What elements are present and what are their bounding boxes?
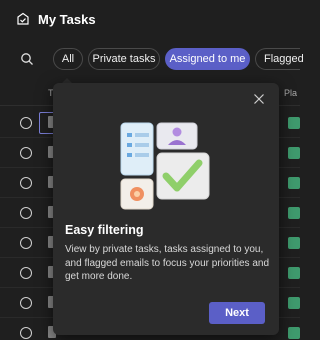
complete-radio[interactable] <box>20 297 32 309</box>
popover-heading: Easy filtering <box>65 223 144 237</box>
plan-icon <box>288 177 300 189</box>
filter-flagged-button[interactable]: Flagged <box>255 48 304 70</box>
filter-private-tasks-button[interactable]: Private tasks <box>88 48 160 70</box>
complete-radio[interactable] <box>20 237 32 249</box>
plan-icon <box>288 237 300 249</box>
teaching-popover: Easy filtering View by private tasks, ta… <box>53 83 279 335</box>
page-title: My Tasks <box>38 11 96 27</box>
popover-body: View by private tasks, tasks assigned to… <box>65 244 270 282</box>
complete-radio[interactable] <box>20 147 32 159</box>
filter-assigned-to-me-button[interactable]: Assigned to me <box>165 48 250 70</box>
filter-all-button[interactable]: All <box>53 48 83 70</box>
plan-icon <box>288 117 300 129</box>
plan-icon <box>288 147 300 159</box>
filter-bar: All Private tasks Assigned to me Flagged <box>0 44 304 74</box>
filtering-illustration <box>120 122 210 210</box>
search-icon[interactable] <box>20 52 34 66</box>
plan-icon <box>288 267 300 279</box>
plan-icon <box>288 207 300 219</box>
app-header: My Tasks <box>0 0 300 38</box>
plan-icon <box>288 297 300 309</box>
tasks-icon <box>17 12 29 25</box>
complete-radio[interactable] <box>20 207 32 219</box>
next-button[interactable]: Next <box>209 302 265 324</box>
close-icon[interactable] <box>253 93 265 105</box>
complete-radio[interactable] <box>20 267 32 279</box>
complete-radio[interactable] <box>20 117 32 129</box>
complete-radio[interactable] <box>20 327 32 339</box>
plan-icon <box>288 327 300 339</box>
complete-radio[interactable] <box>20 177 32 189</box>
column-plan-header[interactable]: Pla <box>284 88 297 98</box>
